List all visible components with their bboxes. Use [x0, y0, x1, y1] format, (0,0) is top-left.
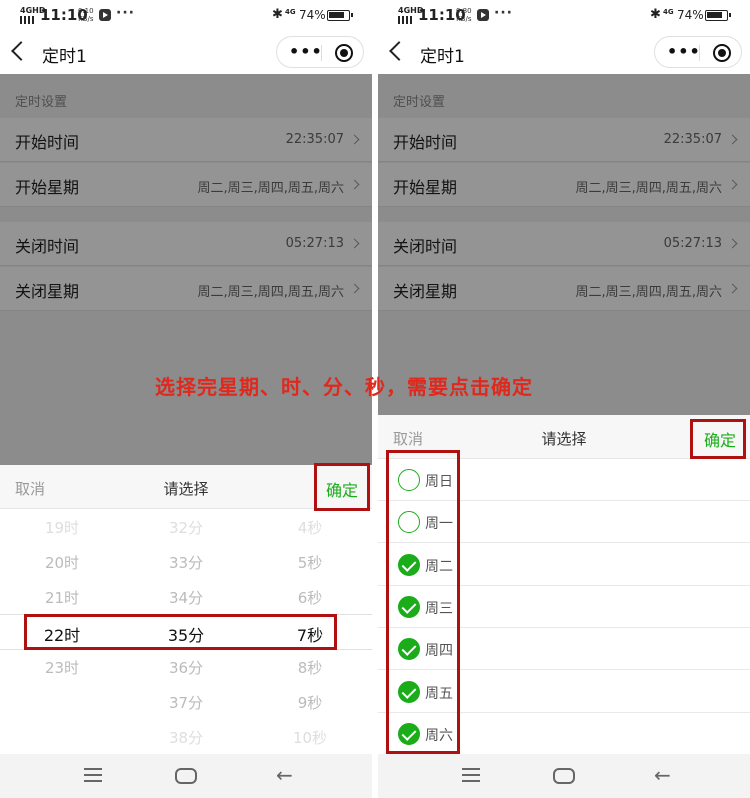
network-speed: 0.10 KB/s — [78, 7, 94, 23]
back-arrow-icon[interactable] — [11, 41, 31, 61]
picker-second: 6秒 — [297, 589, 323, 607]
menu-icon[interactable] — [462, 768, 480, 782]
highlight-box-confirm — [690, 419, 746, 459]
back-arrow-icon[interactable] — [389, 41, 409, 61]
picker-second: 5秒 — [297, 554, 323, 572]
close-miniprogram-icon[interactable] — [335, 44, 353, 62]
picker-second: 4秒 — [297, 519, 323, 537]
network-speed: 0.80 KB/s — [456, 7, 472, 23]
status-bar: 4GHD 11:10 0.80 KB/s ··· ✱ 4G 74% — [378, 0, 750, 32]
status-bar: 4GHD 11:10 0.10 KB/s ··· ✱ 4G 74% — [0, 0, 372, 32]
highlight-box-weekdays — [386, 450, 460, 754]
more-menu-icon[interactable]: ••• — [667, 44, 701, 60]
video-app-icon — [99, 9, 111, 21]
picker-row[interactable]: 37分 9秒 — [0, 684, 372, 719]
picker-row[interactable]: 19时 32分 4秒 — [0, 509, 372, 544]
picker-minute: 36分 — [168, 659, 204, 677]
more-menu-icon[interactable]: ••• — [289, 44, 323, 60]
picker-second: 10秒 — [292, 729, 328, 747]
home-icon[interactable] — [175, 768, 197, 784]
instruction-annotation: 选择完星期、时、分、秒，需要点击确定 — [155, 375, 533, 399]
picker-minute: 33分 — [168, 554, 204, 572]
highlight-box-selected-time — [24, 614, 337, 650]
picker-second: 9秒 — [297, 694, 323, 712]
picker-row[interactable]: 38分 10秒 — [0, 719, 372, 754]
page-title: 定时1 — [420, 47, 465, 67]
close-miniprogram-icon[interactable] — [713, 44, 731, 62]
picker-minute: 32分 — [168, 519, 204, 537]
back-icon[interactable]: ← — [276, 765, 293, 785]
bluetooth-icon: ✱ — [650, 7, 661, 22]
home-icon[interactable] — [553, 768, 575, 784]
menu-icon[interactable] — [84, 768, 102, 782]
picker-row[interactable]: 21时 34分 6秒 — [0, 579, 372, 614]
back-icon[interactable]: ← — [654, 765, 671, 785]
battery-percent: 74% — [677, 8, 704, 22]
picker-second: 8秒 — [297, 659, 323, 677]
video-app-icon — [477, 9, 489, 21]
miniprogram-capsule: ••• — [654, 36, 742, 68]
network-type: 4G — [285, 8, 296, 16]
picker-hour: 19时 — [44, 519, 80, 537]
network-type: 4G — [663, 8, 674, 16]
picker-hour: 21时 — [44, 589, 80, 607]
picker-hour: 20时 — [44, 554, 80, 572]
highlight-box-confirm — [314, 463, 370, 511]
picker-minute: 38分 — [168, 729, 204, 747]
picker-hour: 23时 — [44, 659, 80, 677]
bluetooth-icon: ✱ — [272, 7, 283, 22]
android-nav-bar: ← — [378, 754, 750, 798]
miniprogram-capsule: ••• — [276, 36, 364, 68]
battery-icon — [327, 10, 353, 21]
battery-icon — [705, 10, 731, 21]
picker-row[interactable]: 20时 33分 5秒 — [0, 544, 372, 579]
picker-minute: 34分 — [168, 589, 204, 607]
status-more-icon: ··· — [116, 5, 135, 21]
android-nav-bar: ← — [0, 754, 372, 798]
status-more-icon: ··· — [494, 5, 513, 21]
picker-row[interactable]: 23时 36分 8秒 — [0, 649, 372, 684]
nav-bar: 定时1 ••• — [378, 32, 750, 74]
battery-percent: 74% — [299, 8, 326, 22]
page-title: 定时1 — [42, 47, 87, 67]
nav-bar: 定时1 ••• — [0, 32, 372, 74]
picker-minute: 37分 — [168, 694, 204, 712]
